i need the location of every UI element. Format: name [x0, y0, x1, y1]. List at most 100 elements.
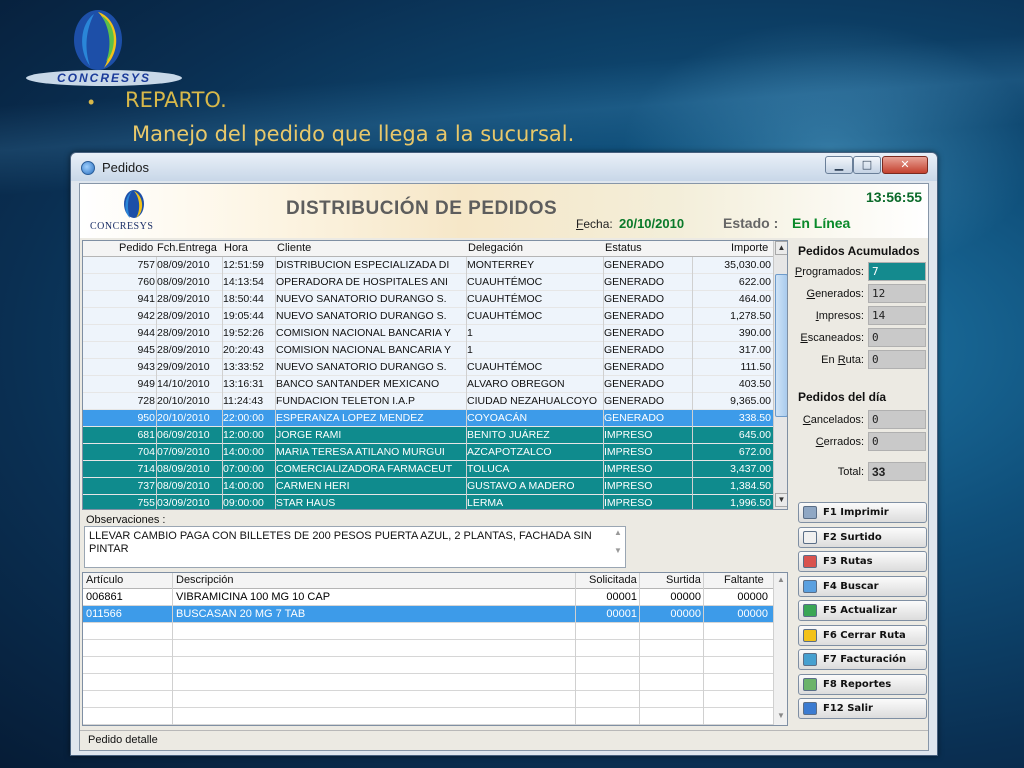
- item-cell-solicitada: 00001: [606, 591, 637, 603]
- order-row[interactable]: 755 03/09/2010 09:00:00 STAR HAUS LERMA IMPRE…: [83, 495, 773, 509]
- order-cell-hora: 19:52:26: [223, 327, 264, 339]
- col-hora[interactable]: Hora: [224, 242, 248, 254]
- col-articulo[interactable]: Artículo: [86, 574, 123, 586]
- orders-grid-header: Pedido Fch.Entrega Hora Cliente Delegaci…: [83, 241, 773, 257]
- items-col-divider: [703, 573, 704, 725]
- empty-item-row[interactable]: [83, 657, 773, 674]
- order-cell-estatus: GENERADO: [604, 344, 665, 356]
- col-importe[interactable]: Importe: [731, 242, 768, 254]
- order-row[interactable]: 704 07/09/2010 14:00:00 MARIA TERESA ATILAN…: [83, 444, 773, 461]
- order-row[interactable]: 757 08/09/2010 12:51:59 DISTRIBUCION ESPECI…: [83, 257, 773, 274]
- items-scroll-up-icon[interactable]: ▲: [777, 575, 785, 584]
- col-delegacion[interactable]: Delegación: [468, 242, 523, 254]
- order-cell-importe: 3,437.00: [730, 463, 771, 475]
- scroll-thumb[interactable]: [775, 274, 787, 417]
- order-row[interactable]: 950 20/10/2010 22:00:00 ESPERANZA LOPEZ MEN…: [83, 410, 773, 427]
- empty-item-row[interactable]: [83, 691, 773, 708]
- function-button-6[interactable]: F6 Cerrar Ruta: [798, 624, 927, 646]
- order-cell-cliente: NUEVO SANATORIO DURANGO S.: [276, 310, 447, 322]
- header-panel: CONCRESYS DISTRIBUCIÓN DE PEDIDOS Fecha:…: [80, 184, 928, 238]
- observaciones-scrollbar[interactable]: ▲ ▼: [611, 528, 625, 566]
- orders-grid[interactable]: Pedido Fch.Entrega Hora Cliente Delegaci…: [82, 240, 788, 510]
- col-estatus[interactable]: Estatus: [605, 242, 642, 254]
- function-button-3[interactable]: F3 Rutas: [798, 551, 927, 572]
- function-button-9[interactable]: F12 Salir: [798, 698, 927, 719]
- scroll-down-arrow-icon[interactable]: ▼: [775, 493, 787, 507]
- close-button[interactable]: ✕: [882, 156, 928, 174]
- order-cell-delegacion: AZCAPOTZALCO: [467, 446, 552, 458]
- order-cell-pedido: 943: [137, 361, 155, 373]
- exit-icon: [803, 702, 817, 715]
- order-row[interactable]: 714 08/09/2010 07:00:00 COMERCIALIZADORA FA…: [83, 461, 773, 478]
- invoice-icon: [803, 653, 817, 666]
- order-row[interactable]: 941 28/09/2010 18:50:44 NUEVO SANATORIO DUR…: [83, 291, 773, 308]
- en-ruta-value: 0: [868, 350, 926, 369]
- function-button-2[interactable]: F2 Surtido: [798, 526, 927, 548]
- order-cell-pedido: 945: [137, 344, 155, 356]
- cancelados-value: 0: [868, 410, 926, 429]
- order-row[interactable]: 949 14/10/2010 13:16:31 BANCO SANTANDER MEX…: [83, 376, 773, 393]
- items-col-divider: [639, 573, 640, 725]
- scroll-up-arrow-icon[interactable]: ▲: [775, 241, 787, 255]
- minimize-button[interactable]: ▁: [825, 156, 853, 174]
- estado-value: En Línea: [792, 215, 851, 231]
- order-cell-importe: 9,365.00: [730, 395, 771, 407]
- col-surtida[interactable]: Surtida: [666, 574, 701, 586]
- order-cell-pedido: 760: [137, 276, 155, 288]
- order-row[interactable]: 944 28/09/2010 19:52:26 COMISION NACIONAL B…: [83, 325, 773, 342]
- item-cell-faltante: 00000: [737, 608, 768, 620]
- slide-subtitle: Manejo del pedido que llega a la sucursa…: [132, 122, 575, 146]
- order-cell-fecha: 07/09/2010: [157, 446, 210, 458]
- col-solicitada[interactable]: Solicitada: [589, 574, 637, 586]
- function-button-7[interactable]: F7 Facturación: [798, 649, 927, 670]
- empty-item-row[interactable]: [83, 623, 773, 640]
- function-button-8[interactable]: F8 Reportes: [798, 673, 927, 695]
- order-cell-hora: 13:16:31: [223, 378, 264, 390]
- item-row[interactable]: 011566 BUSCASAN 20 MG 7 TAB 00001 00000 0000…: [83, 606, 773, 623]
- order-cell-importe: 317.00: [738, 344, 771, 356]
- order-cell-delegacion: CIUDAD NEZAHUALCOYO: [467, 395, 598, 407]
- col-descripcion[interactable]: Descripción: [176, 574, 233, 586]
- col-cliente[interactable]: Cliente: [277, 242, 311, 254]
- items-scroll-down-icon[interactable]: ▼: [777, 711, 785, 720]
- order-row[interactable]: 737 08/09/2010 14:00:00 CARMEN HERI GUSTAVO …: [83, 478, 773, 495]
- order-cell-delegacion: CUAUHTÉMOC: [467, 361, 543, 373]
- order-cell-hora: 18:50:44: [223, 293, 264, 305]
- order-cell-pedido: 737: [137, 480, 155, 492]
- empty-item-row[interactable]: [83, 708, 773, 725]
- empty-item-row[interactable]: [83, 640, 773, 657]
- order-row[interactable]: 945 28/09/2010 20:20:43 COMISION NACIONAL B…: [83, 342, 773, 359]
- col-pedido[interactable]: Pedido: [119, 242, 153, 254]
- function-button-label: F8 Reportes: [823, 678, 892, 690]
- col-faltante[interactable]: Faltante: [724, 574, 764, 586]
- order-cell-hora: 14:00:00: [223, 446, 264, 458]
- order-cell-delegacion: CUAUHTÉMOC: [467, 293, 543, 305]
- order-row[interactable]: 728 20/10/2010 11:24:43 FUNDACION TELETON I…: [83, 393, 773, 410]
- order-row[interactable]: 943 29/09/2010 13:33:52 NUEVO SANATORIO DUR…: [83, 359, 773, 376]
- item-cell-articulo: 011566: [86, 608, 122, 620]
- order-cell-fecha: 28/09/2010: [157, 310, 210, 322]
- order-cell-cliente: COMISION NACIONAL BANCARIA Y: [276, 327, 452, 339]
- item-row[interactable]: 006861 VIBRAMICINA 100 MG 10 CAP 00001 0000…: [83, 589, 773, 606]
- orders-scrollbar[interactable]: ▲ ▼: [773, 241, 787, 509]
- en-ruta-label: En Ruta:: [821, 354, 864, 366]
- title-bar[interactable]: Pedidos ▁ □ ✕: [71, 153, 937, 181]
- maximize-button[interactable]: □: [853, 156, 881, 174]
- order-cell-pedido: 757: [137, 259, 155, 271]
- order-row[interactable]: 942 28/09/2010 19:05:44 NUEVO SANATORIO DUR…: [83, 308, 773, 325]
- function-button-1[interactable]: F1 Imprimir: [798, 502, 927, 523]
- order-cell-delegacion: LERMA: [467, 497, 504, 509]
- order-row[interactable]: 681 06/09/2010 12:00:00 JORGE RAMI BENITO JU…: [83, 427, 773, 444]
- function-button-4[interactable]: F4 Buscar: [798, 575, 927, 597]
- generados-value: 12: [868, 284, 926, 303]
- order-row[interactable]: 760 08/09/2010 14:13:54 OPERADORA DE HOSPIT…: [83, 274, 773, 291]
- col-fch-entrega[interactable]: Fch.Entrega: [157, 242, 217, 254]
- order-cell-pedido: 681: [137, 429, 155, 441]
- observaciones-field[interactable]: LLEVAR CAMBIO PAGA CON BILLETES DE 200 P…: [84, 526, 626, 568]
- items-grid[interactable]: Artículo Descripción Solicitada Surtida …: [82, 572, 788, 726]
- function-button-5[interactable]: F5 Actualizar: [798, 600, 927, 621]
- items-scrollbar[interactable]: ▲ ▼: [773, 573, 787, 725]
- function-button-label: F1 Imprimir: [823, 507, 889, 518]
- order-cell-fecha: 08/09/2010: [157, 259, 210, 271]
- empty-item-row[interactable]: [83, 674, 773, 691]
